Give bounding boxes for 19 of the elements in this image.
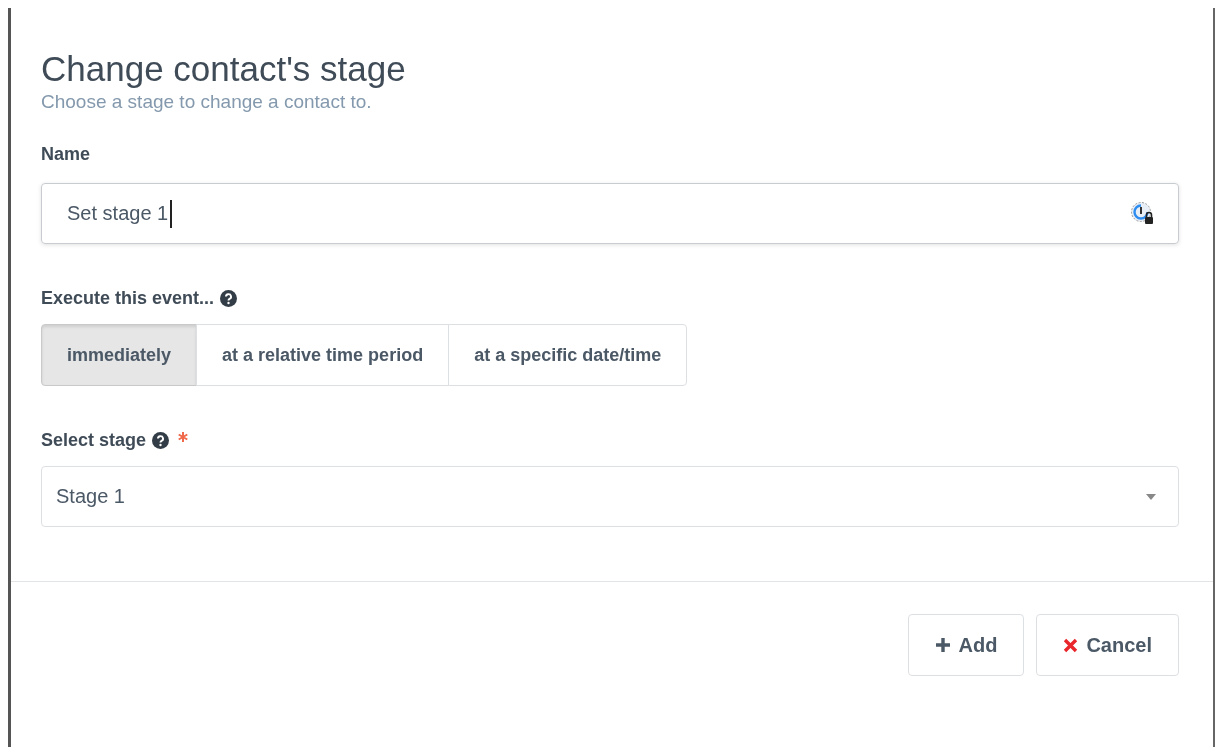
cancel-button[interactable]: Cancel: [1036, 614, 1179, 676]
help-icon: [220, 289, 238, 307]
password-manager-icon: [1130, 200, 1156, 227]
timing-option-button[interactable]: at a specific date/time: [448, 324, 688, 386]
plus-icon: [934, 637, 951, 653]
dialog-title: Change contact's stage: [41, 48, 407, 90]
timing-option-button[interactable]: immediately: [41, 324, 198, 386]
timing-option-button[interactable]: at a relative time period: [196, 324, 450, 386]
field-label: Name: [41, 143, 92, 166]
text-cursor: [170, 199, 173, 228]
add-button[interactable]: Add: [907, 614, 1025, 676]
field-label: Execute this event...: [41, 287, 215, 310]
field-label: Select stage: [41, 429, 147, 452]
caret-icon: [1146, 493, 1156, 500]
help-icon: [152, 431, 170, 449]
name-field[interactable]: Set stage 1: [41, 183, 1179, 244]
stage-select[interactable]: Stage 1: [41, 466, 1179, 527]
dialog-subtitle: Choose a stage to change a contact to.: [41, 90, 373, 114]
close-icon: [1063, 637, 1079, 653]
